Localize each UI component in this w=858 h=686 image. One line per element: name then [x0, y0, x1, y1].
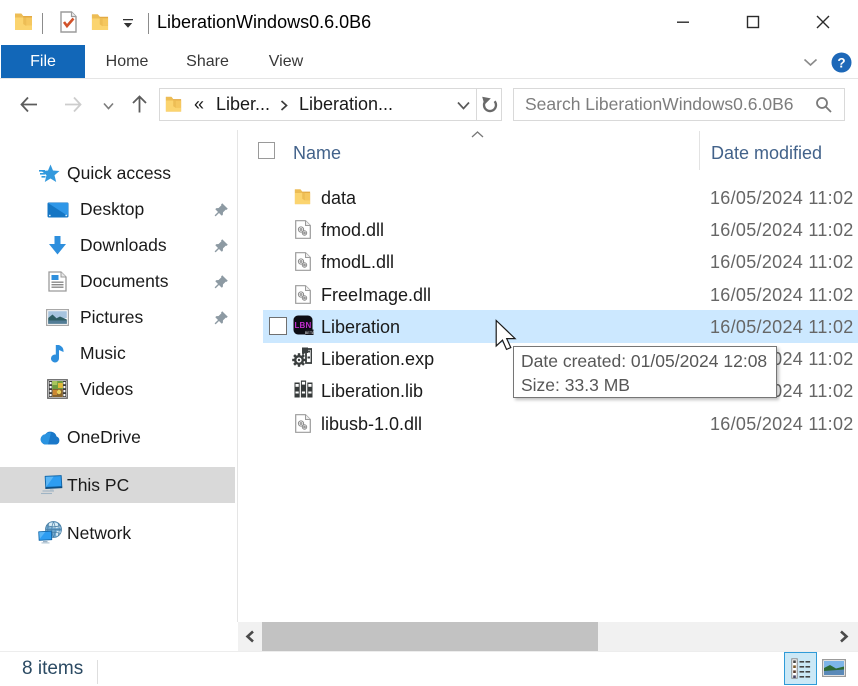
svg-text:BETA: BETA	[305, 331, 314, 335]
svg-text:LBN: LBN	[294, 321, 311, 330]
svg-text:?: ?	[837, 55, 845, 70]
